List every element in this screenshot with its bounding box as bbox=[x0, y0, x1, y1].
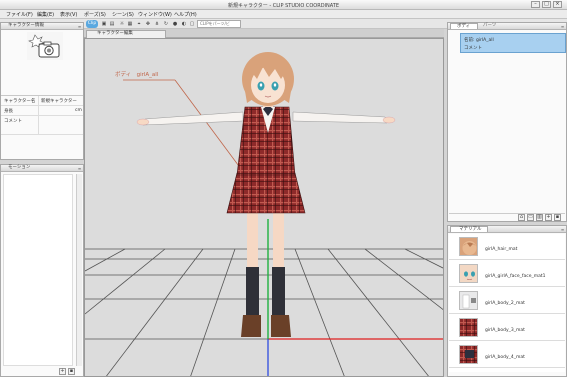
material-name: girlA_girlA_face_face_mat1 bbox=[485, 274, 546, 279]
title-bar: 新規キャラクター - CLIP STUDIO COORDINATE – □ × bbox=[0, 0, 567, 10]
move-icon[interactable]: ✥ bbox=[145, 21, 151, 27]
folder-icon[interactable]: ▤ bbox=[109, 21, 115, 27]
maximize-button[interactable]: □ bbox=[542, 1, 551, 8]
callout-label: ボディ girlA_all bbox=[115, 72, 159, 78]
pin-icon[interactable]: ⌂ bbox=[518, 214, 525, 221]
selected-body-comment: コメント bbox=[464, 46, 482, 51]
character-info-panel: キャラクター情報 ≡ キャラクター名 新規キャラクター 身長 cm コメント bbox=[0, 22, 84, 160]
minimize-button[interactable]: – bbox=[531, 1, 540, 8]
menu-window[interactable]: ウィンドウ(W) bbox=[138, 11, 172, 18]
parts-panel: ボディ パーツ ≡ 名前: girlA_all コメント ⌂ ▭ ▥ + ▪ bbox=[447, 22, 567, 222]
clip-mode-button[interactable]: Clip bbox=[86, 20, 98, 28]
motion-header: モーション ≡ bbox=[1, 165, 83, 172]
menu-file[interactable]: ファイル(F) bbox=[6, 11, 33, 18]
panel-menu-icon[interactable]: ≡ bbox=[560, 24, 565, 29]
scrollbar[interactable] bbox=[76, 174, 82, 366]
list-item[interactable]: girlA_body_2_mat bbox=[449, 288, 565, 314]
delete-motion-button[interactable]: ▪ bbox=[68, 368, 75, 375]
rotate-icon[interactable]: ↻ bbox=[163, 21, 169, 27]
3d-viewport[interactable]: ボディ girlA_all bbox=[84, 38, 444, 377]
selected-body-name: 名前: girlA_all bbox=[464, 38, 494, 43]
menu-bar: ファイル(F) 編集(E) 表示(V) ポーズ(S) シーン(S) ウィンドウ(… bbox=[0, 10, 567, 19]
list-item[interactable]: girlA_body_4_mat bbox=[449, 342, 565, 368]
material-thumbnail bbox=[459, 291, 478, 310]
comment-label: コメント bbox=[4, 119, 22, 124]
shade-icon[interactable]: ◐ bbox=[181, 21, 187, 27]
viewport-canvas[interactable] bbox=[85, 39, 444, 377]
character-info-title: キャラクター情報 bbox=[8, 23, 44, 28]
grid-icon[interactable]: ▦ bbox=[127, 21, 133, 27]
add-part-button[interactable]: + bbox=[545, 214, 552, 221]
material-name: girlA_body_3_mat bbox=[485, 328, 525, 333]
panel-menu-icon[interactable]: ≡ bbox=[560, 227, 565, 232]
char-name-label: キャラクター名 bbox=[4, 99, 36, 104]
tab-body[interactable]: ボディ bbox=[450, 23, 478, 29]
material-thumbnail bbox=[459, 237, 478, 256]
tab-parts[interactable]: パーツ bbox=[480, 23, 508, 29]
material-thumbnail bbox=[459, 264, 478, 283]
selected-body-item[interactable]: 名前: girlA_all コメント bbox=[460, 33, 566, 53]
add-motion-button[interactable]: + bbox=[59, 368, 66, 375]
height-label: 身長 bbox=[4, 109, 13, 114]
list-item[interactable]: girlA_body_3_mat bbox=[449, 315, 565, 341]
list-item[interactable]: girlA_girlA_face_face_mat1 bbox=[449, 261, 565, 287]
window-title: 新規キャラクター - CLIP STUDIO COORDINATE bbox=[227, 3, 340, 9]
material-list[interactable]: girlA_hair_mat girlA_girlA_face_face_mat… bbox=[449, 234, 565, 372]
menu-edit[interactable]: 編集(E) bbox=[37, 11, 54, 18]
bone-icon[interactable]: ⋔ bbox=[154, 21, 160, 27]
copy-icon[interactable]: ▭ bbox=[527, 214, 534, 221]
save-icon[interactable]: ▣ bbox=[101, 21, 107, 27]
motion-panel: モーション ≡ + ▪ bbox=[0, 164, 84, 377]
motion-list[interactable] bbox=[3, 174, 73, 366]
menu-help[interactable]: ヘルプ(H) bbox=[174, 11, 197, 18]
tab-material[interactable]: マテリアル bbox=[450, 226, 488, 232]
char-name-value[interactable]: 新規キャラクター bbox=[41, 98, 77, 104]
panel-menu-icon[interactable]: ≡ bbox=[77, 166, 82, 171]
light-icon[interactable]: ☼ bbox=[119, 21, 125, 27]
material-thumbnail bbox=[459, 345, 478, 364]
document-tab-bar: キャラクター編集 bbox=[84, 29, 444, 38]
delete-part-button[interactable]: ▪ bbox=[554, 214, 561, 221]
list-item[interactable]: girlA_hair_mat bbox=[449, 234, 565, 260]
search-input[interactable]: CLIPをパーツ/ビ bbox=[197, 20, 241, 28]
menu-scene[interactable]: シーン(S) bbox=[112, 11, 134, 18]
sphere-icon[interactable]: ● bbox=[172, 21, 178, 27]
parts-header: ボディ パーツ ≡ bbox=[448, 23, 566, 30]
camera-thumbnail-icon[interactable] bbox=[27, 32, 63, 60]
sort-icon[interactable]: ▥ bbox=[536, 214, 543, 221]
menu-pose[interactable]: ポーズ(S) bbox=[84, 11, 106, 18]
camera-icon[interactable]: ⌖ bbox=[136, 21, 142, 27]
material-name: girlA_hair_mat bbox=[485, 247, 518, 252]
frame-icon[interactable]: ▢ bbox=[189, 21, 195, 27]
character-info-header: キャラクター情報 ≡ bbox=[1, 23, 83, 30]
material-name: girlA_body_4_mat bbox=[485, 355, 525, 360]
panel-menu-icon[interactable]: ≡ bbox=[77, 24, 82, 29]
material-thumbnail bbox=[459, 318, 478, 337]
material-header: マテリアル ≡ bbox=[448, 226, 566, 233]
close-button[interactable]: × bbox=[553, 1, 562, 8]
motion-title: モーション bbox=[8, 165, 31, 170]
tab-character-edit[interactable]: キャラクター編集 bbox=[86, 30, 166, 38]
height-unit: cm bbox=[75, 108, 82, 113]
menu-view[interactable]: 表示(V) bbox=[60, 11, 77, 18]
material-name: girlA_body_2_mat bbox=[485, 301, 525, 306]
material-panel: マテリアル ≡ girlA_hair_mat girlA_girlA_face_… bbox=[447, 225, 567, 377]
